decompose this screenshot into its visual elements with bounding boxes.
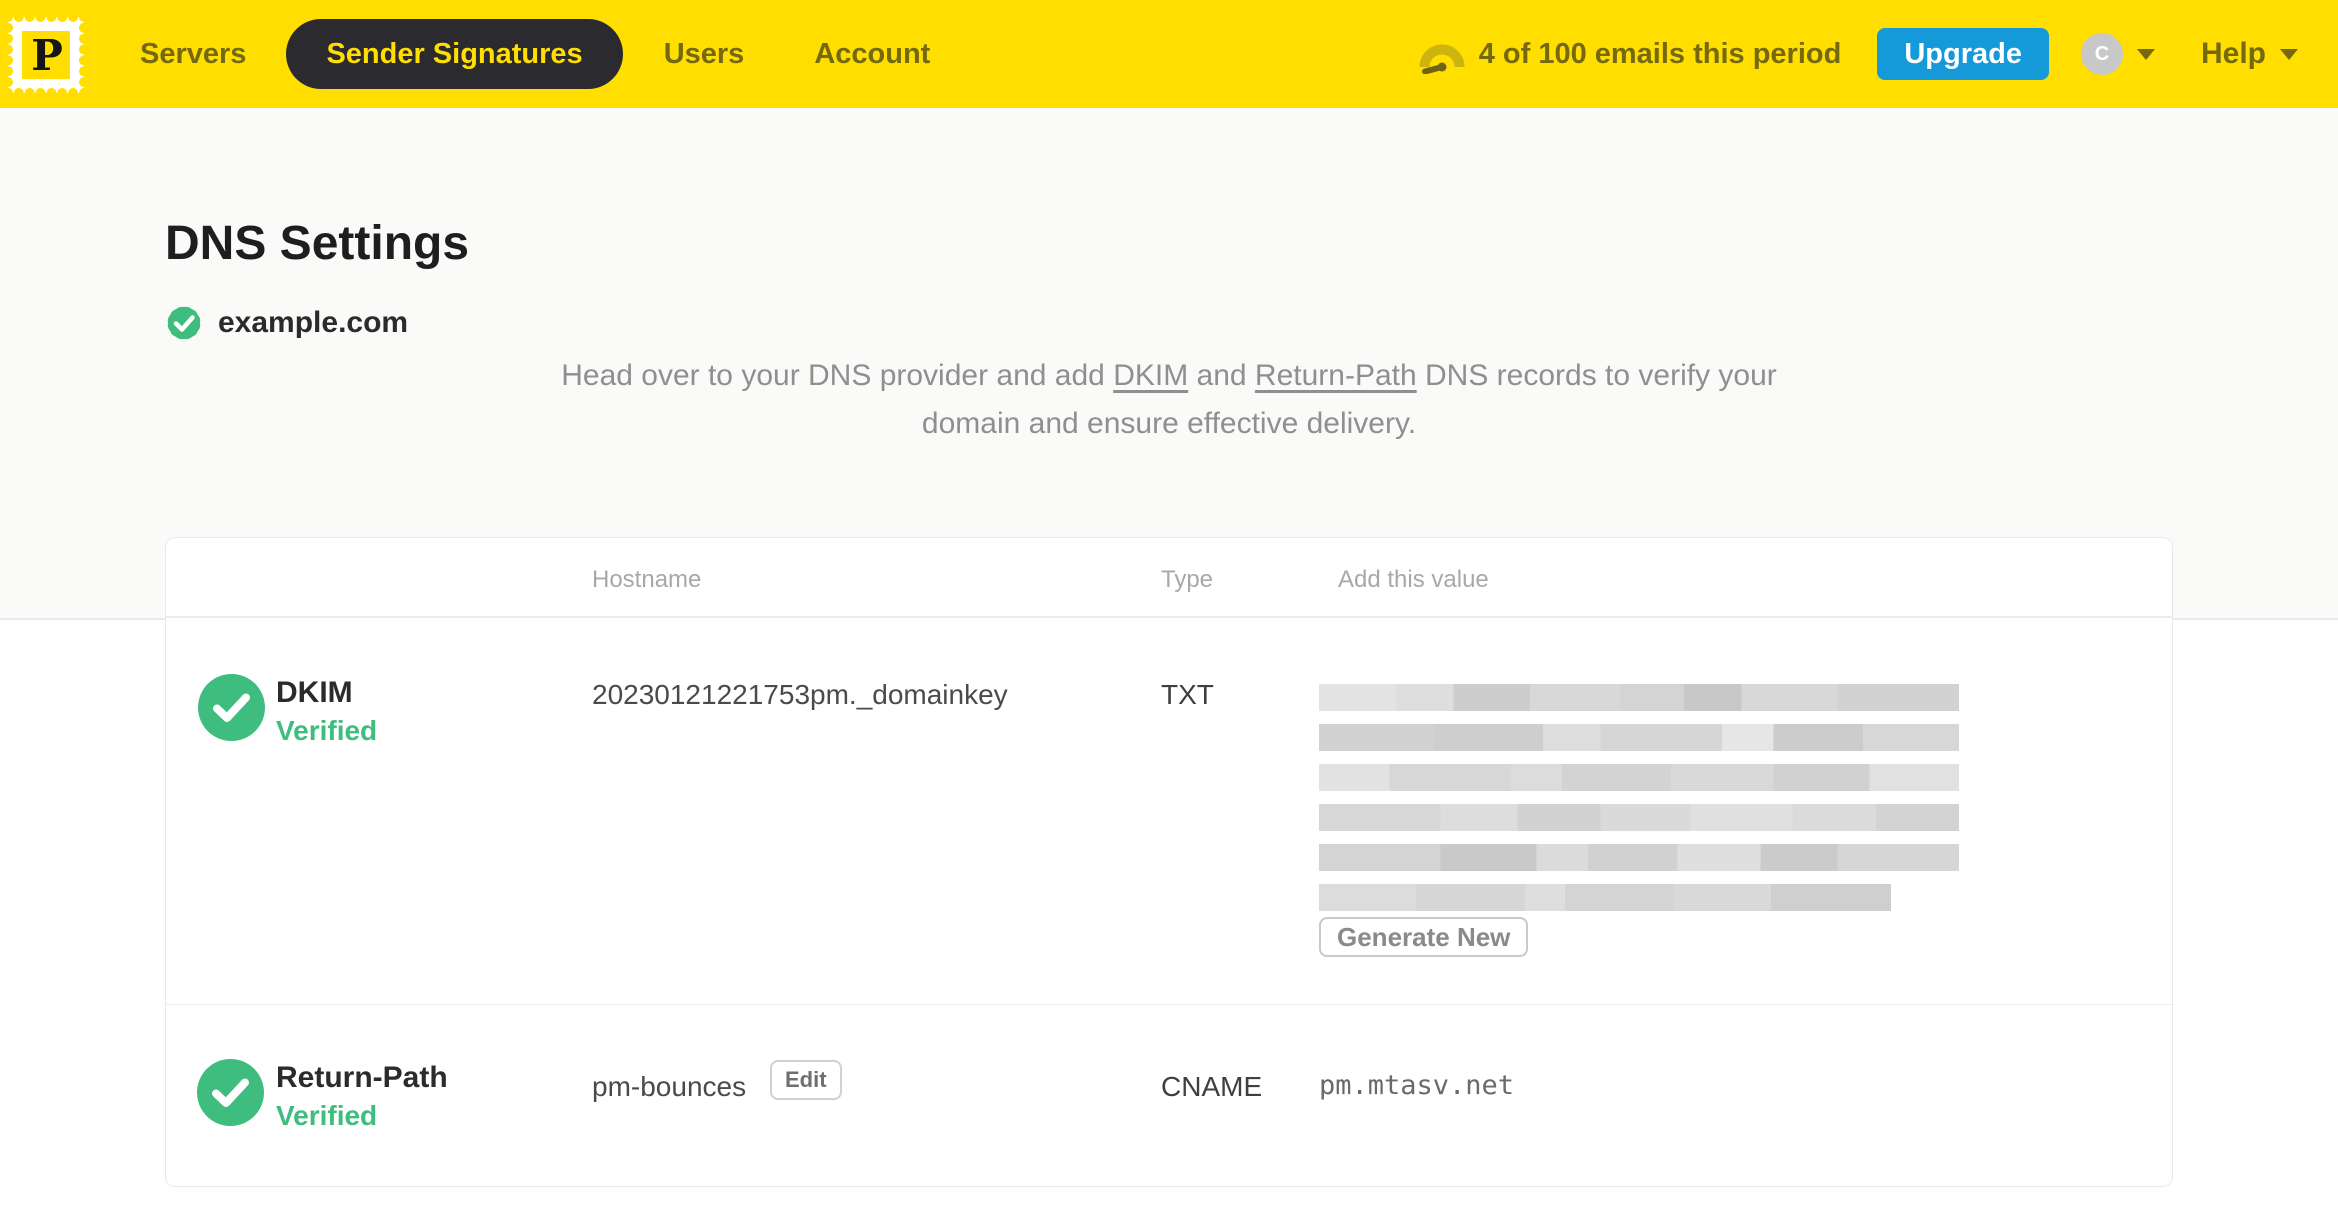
nav-tab-users[interactable]: Users [664,38,745,71]
record-type: TXT [1161,679,1214,710]
column-header-type: Type [1161,566,1214,593]
redacted-line [1319,804,1959,831]
verified-check-icon [197,1059,264,1126]
upgrade-button[interactable]: Upgrade [1877,28,2049,80]
edit-hostname-button[interactable]: Edit [770,1060,842,1100]
chevron-down-icon [2280,48,2298,60]
usage-gauge-icon [1419,44,1465,74]
help-label: Help [2200,37,2266,70]
record-value: pm.mtasv.net [1319,1070,1515,1101]
redacted-line [1319,884,1891,911]
dns-records-card: Hostname Type Add this value DKIM Verifi… [165,537,2173,1187]
return-path-link[interactable]: Return-Path [1255,359,1417,392]
redacted-line [1319,764,1959,791]
redacted-line [1319,844,1959,871]
help-menu[interactable]: Help [2201,37,2298,71]
redacted-line [1319,684,1959,711]
column-header-value: Add this value [1338,566,1489,593]
record-hostname: pm-bounces [592,1071,747,1102]
verified-check-icon [198,674,265,741]
table-header: Hostname Type Add this value [166,538,2172,618]
nav-tab-account[interactable]: Account [814,38,930,71]
top-nav: P Servers Sender Signatures Users Accoun… [0,0,2338,108]
intro-text: Head over to your DNS provider and add D… [539,352,1799,448]
nav-tab-sender-signatures[interactable]: Sender Signatures [286,19,623,89]
account-menu[interactable]: C [2080,33,2155,75]
svg-text:P: P [31,31,63,80]
intro-part: Head over to your DNS provider and add [561,359,1114,392]
status-badge: Verified [276,715,378,746]
app-root: P Servers Sender Signatures Users Accoun… [0,0,2338,1222]
page-title: DNS Settings [165,217,470,270]
usage-counter: 4 of 100 emails this period [1478,37,1842,70]
domain-row: example.com [163,302,408,344]
generate-new-button[interactable]: Generate New [1319,917,1529,957]
record-type: CNAME [1161,1071,1263,1102]
domain-name: example.com [218,306,409,339]
row-divider [166,1004,2172,1005]
record-name: Return-Path [276,1061,448,1094]
postmark-logo-icon[interactable]: P [8,17,84,93]
page-body: DNS Settings example.com Head over to yo… [0,108,2338,1222]
avatar[interactable]: C [2080,33,2123,75]
status-badge: Verified [276,1100,378,1131]
nav-tab-servers[interactable]: Servers [140,38,246,71]
verified-seal-icon [163,302,205,344]
record-hostname: 20230121221753pm._domainkey [592,679,1008,710]
chevron-down-icon [2136,48,2155,60]
dkim-link[interactable]: DKIM [1113,359,1188,392]
redacted-line [1319,724,1959,751]
nav-right-group: 4 of 100 emails this period Upgrade C He… [1419,28,2298,80]
column-header-hostname: Hostname [592,566,702,593]
intro-part: and [1188,359,1255,392]
redacted-dns-value [1319,684,1959,924]
record-name: DKIM [276,676,353,709]
